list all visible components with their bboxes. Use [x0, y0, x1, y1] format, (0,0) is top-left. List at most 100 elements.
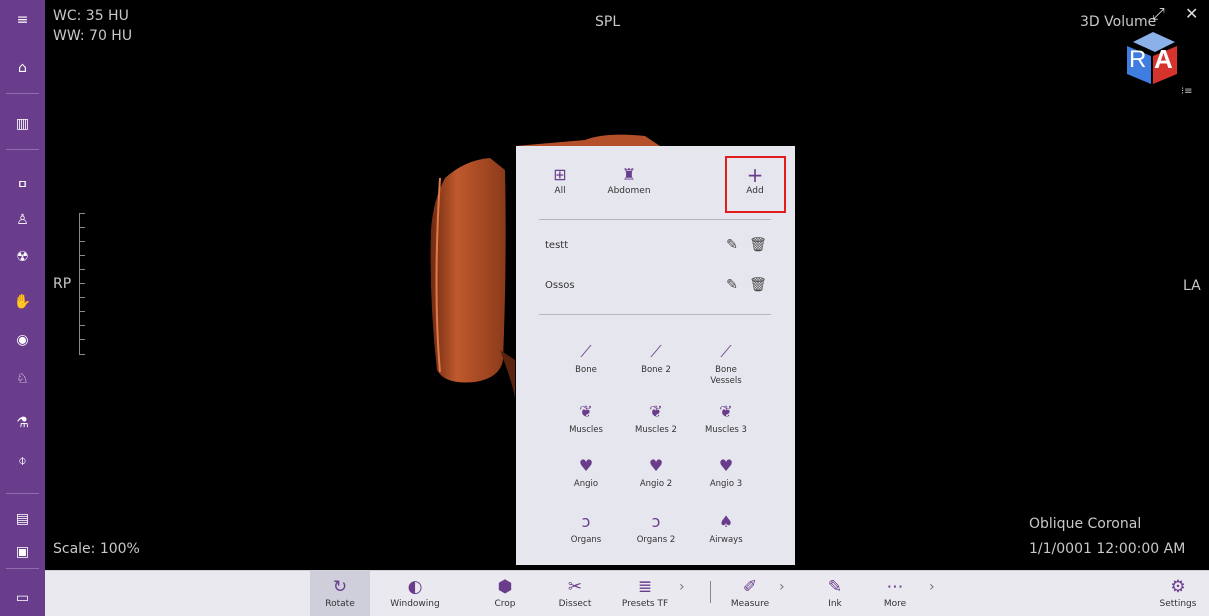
measure-button[interactable]: ✐ Measure [715, 571, 785, 616]
preset-button[interactable]: ♥ Angio 2 [626, 457, 686, 490]
orientation-left-label: RP [53, 276, 72, 292]
radiation-icon[interactable]: ☢ [0, 244, 45, 270]
all-label: All [554, 186, 566, 196]
grid-icon: ⊞ [553, 165, 567, 184]
edit-icon[interactable]: ✎ [719, 277, 745, 293]
delete-icon[interactable]: 🗑 [745, 237, 771, 253]
settings-label: Settings [1159, 599, 1197, 609]
lungs-icon[interactable]: ߛ [0, 170, 45, 196]
preset-button[interactable]: ɔ Organs [556, 513, 616, 546]
preset-icon: ❦ [719, 402, 733, 421]
window-center-label: WC: 35 HU [53, 8, 129, 24]
hamburger-menu-icon[interactable]: ≡ [0, 7, 45, 33]
abdomen-icon: ♜ [621, 165, 637, 184]
preset-label: Bone 2 [641, 365, 671, 375]
scale-ruler [79, 213, 91, 355]
preset-button[interactable]: ⟋ Bone Vessels [696, 343, 756, 387]
saved-preset-name: testt [545, 239, 569, 251]
toolbar-separator [710, 581, 711, 603]
preset-button[interactable]: ♥ Angio 3 [696, 457, 756, 490]
preset-button[interactable]: ♥ Angio [556, 457, 616, 490]
saved-preset-row[interactable]: testt ✎ 🗑 [545, 233, 771, 257]
ink-label: Ink [828, 599, 842, 609]
chevron-right-icon[interactable]: › [779, 579, 785, 595]
ruler-icon: ✐ [742, 577, 758, 597]
close-icon[interactable]: ✕ [1185, 4, 1198, 23]
hand-bones-icon[interactable]: ✋ [0, 289, 45, 315]
bottom-toolbar: ↻ Rotate ◐ Windowing ⬢ Crop ✂ Dissect ≣ … [45, 570, 1209, 616]
rotate-label: Rotate [325, 599, 355, 609]
preset-button[interactable]: ❦ Muscles 3 [696, 403, 756, 436]
dissect-label: Dissect [558, 599, 592, 609]
abdomen-button[interactable]: ♜ Abdomen [604, 165, 654, 197]
preset-icon: ɔ [651, 512, 661, 531]
settings-button[interactable]: ⚙ Settings [1153, 571, 1203, 616]
more-button[interactable]: ⋯ More [870, 571, 920, 616]
preset-icon: ⟋ [580, 342, 592, 361]
rotate-button[interactable]: ↻ Rotate [310, 571, 370, 616]
orientation-cube[interactable]: R A [1123, 28, 1179, 86]
presets-tf-button[interactable]: ≣ Presets TF [610, 571, 680, 616]
sidebar-divider [6, 93, 39, 94]
ink-button[interactable]: ✎ Ink [810, 571, 860, 616]
preset-button[interactable]: ⟋ Bone 2 [626, 343, 686, 376]
edit-icon[interactable]: ✎ [719, 237, 745, 253]
sidebar-divider [6, 149, 39, 150]
preset-icon: ❦ [649, 402, 663, 421]
preset-label: Muscles 3 [705, 425, 747, 435]
preset-icon: ɔ [581, 512, 591, 531]
preset-button[interactable]: ♠ Airways [696, 513, 756, 546]
ellipsis-icon: ⋯ [886, 577, 904, 597]
snapshot-icon[interactable]: ▣ [0, 539, 45, 565]
preset-label: Bone [575, 365, 597, 375]
cube-face-r: R [1129, 46, 1147, 73]
windowing-button[interactable]: ◐ Windowing [380, 571, 450, 616]
library-icon[interactable]: ▥ [0, 111, 45, 137]
left-sidebar: ≡ ⌂ ▥ ߛ ♙ ☢ ✋ ◉ ♘ ⚗ ⌽ ▤ ▣ ▭ [0, 0, 45, 616]
brain-icon[interactable]: ◉ [0, 327, 45, 353]
panel-separator [539, 219, 771, 220]
gear-icon: ⚙ [1170, 577, 1186, 597]
orientation-right-label: LA [1183, 278, 1201, 294]
preset-button[interactable]: ⟋ Bone [556, 343, 616, 376]
cube-face-a: A [1154, 44, 1173, 74]
saved-preset-name: Ossos [545, 279, 575, 291]
preset-button[interactable]: ❦ Muscles 2 [626, 403, 686, 436]
preset-label: Angio [573, 479, 599, 489]
pen-icon: ✎ [827, 577, 843, 597]
preset-icon: ♥ [578, 456, 594, 475]
saved-preset-row[interactable]: Ossos ✎ 🗑 [545, 273, 771, 297]
chevron-right-icon[interactable]: › [679, 579, 685, 595]
preset-label: Muscles 2 [635, 425, 677, 435]
crop-button[interactable]: ⬢ Crop [475, 571, 535, 616]
preset-label: Angio 3 [709, 479, 743, 489]
abdomen-label: Abdomen [607, 186, 651, 196]
animal-icon[interactable]: ♘ [0, 366, 45, 392]
home-icon[interactable]: ⌂ [0, 55, 45, 81]
dissect-button[interactable]: ✂ Dissect [545, 571, 605, 616]
preset-button[interactable]: ɔ Organs 2 [626, 513, 686, 546]
sidebar-divider [6, 493, 39, 494]
delete-icon[interactable]: 🗑 [745, 277, 771, 293]
preset-label: Angio 2 [639, 479, 673, 489]
more-label: More [883, 599, 907, 609]
crop-label: Crop [494, 599, 516, 609]
windowing-label: Windowing [390, 599, 440, 609]
all-button[interactable]: ⊞ All [544, 165, 576, 197]
view-name-label: Oblique Coronal [1029, 516, 1142, 532]
attachment-icon[interactable]: ⌽ [0, 448, 45, 474]
save-icon[interactable]: ▭ [0, 585, 45, 611]
preset-button[interactable]: ❦ Muscles [556, 403, 616, 436]
preset-label: Organs 2 [636, 535, 676, 545]
slides-icon[interactable]: ▤ [0, 506, 45, 532]
window-width-label: WW: 70 HU [53, 28, 133, 44]
preset-label: Muscles [569, 425, 603, 435]
presets-flyout: ⊞ All ♜ Abdomen + Add testt ✎ 🗑 Ossos ✎ … [516, 146, 795, 565]
presets-tf-label: Presets TF [621, 599, 669, 609]
list-view-icon[interactable]: ⁝≡ [1181, 86, 1193, 97]
microscope-icon[interactable]: ⚗ [0, 410, 45, 436]
scissors-icon: ✂ [567, 577, 583, 597]
expand-icon[interactable]: ⤢ [1152, 4, 1165, 24]
body-icon[interactable]: ♙ [0, 207, 45, 233]
chevron-right-icon[interactable]: › [929, 579, 935, 595]
